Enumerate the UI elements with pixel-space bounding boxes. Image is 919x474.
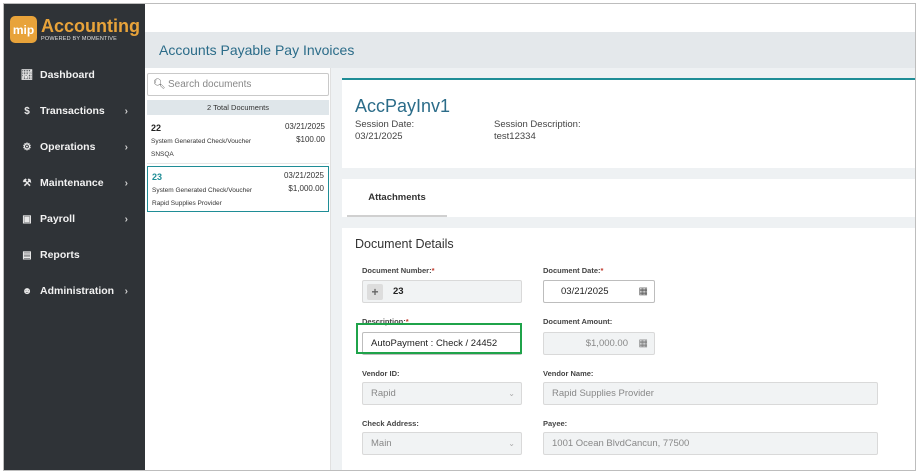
vendor-id-label: Vendor ID:: [362, 369, 400, 378]
document-number-field: + 23: [362, 280, 522, 303]
sidebar-item-operations[interactable]: ⚙ Operations ›: [4, 133, 145, 161]
plus-icon[interactable]: +: [367, 283, 383, 300]
page-title: Accounts Payable Pay Invoices: [159, 42, 355, 58]
document-description: System Generated Check/Voucher: [152, 187, 253, 194]
document-amount-value: $1,000.00: [585, 338, 628, 349]
check-address-value: Main: [371, 438, 392, 449]
session-date-value: 03/21/2025: [355, 131, 403, 142]
vendor-name-field: Rapid Supplies Provider: [543, 382, 878, 405]
document-list-item-selected[interactable]: 23 03/21/2025 System Generated Check/Vou…: [147, 166, 329, 212]
document-date: 03/21/2025: [283, 171, 324, 180]
logo-title: Accounting: [41, 16, 140, 36]
calendar-icon[interactable]: ▦: [639, 286, 648, 297]
sidebar-item-maintenance[interactable]: ⚒ Maintenance ›: [4, 169, 145, 197]
chevron-down-icon: ⌄: [508, 439, 515, 448]
required-marker: *: [600, 266, 604, 275]
document-number-value: 23: [393, 286, 404, 297]
document-number: 22: [151, 123, 162, 133]
users-icon: ☻: [21, 285, 33, 297]
check-address-select: Main ⌄: [362, 432, 522, 455]
chevron-down-icon: ⌄: [508, 389, 515, 398]
document-details-title: Document Details: [355, 237, 454, 251]
chevron-right-icon: ›: [124, 141, 128, 153]
payee-field: 1001 Ocean BlvdCancun, 77500: [543, 432, 878, 455]
session-date-label: Session Date:: [355, 119, 415, 130]
wrench-icon: ⚒: [22, 177, 32, 189]
sidebar-item-dashboard[interactable]: 📈︎ Dashboard: [4, 61, 145, 89]
chevron-right-icon: ›: [124, 285, 128, 297]
document-number: 23: [152, 172, 163, 182]
line-chart-icon: 📈︎: [20, 69, 34, 81]
document-description: System Generated Check/Voucher: [151, 138, 252, 145]
sidebar-item-payroll[interactable]: ▣ Payroll ›: [4, 205, 145, 233]
chevron-right-icon: ›: [124, 213, 128, 225]
document-icon: ▤: [22, 249, 32, 261]
document-date-value: 03/21/2025: [561, 286, 609, 297]
sidebar-item-label: Dashboard: [40, 69, 95, 81]
sidebar-item-reports[interactable]: ▤ Reports: [4, 241, 145, 269]
vendor-name-label: Vendor Name:: [543, 369, 594, 378]
document-date-input[interactable]: 03/21/2025 ▦: [543, 280, 655, 303]
sidebar-item-administration[interactable]: ☻ Administration ›: [4, 277, 145, 305]
document-list-panel: 🔍︎ 2 Total Documents 22 03/21/2025 Syste…: [145, 68, 331, 470]
search-box: 🔍︎: [147, 73, 329, 96]
session-description-value: test12334: [494, 131, 536, 142]
app-window: mip Accounting POWERED BY MOMENTIVE 📈︎ D…: [3, 3, 916, 471]
total-documents-label: 2 Total Documents: [147, 100, 329, 115]
logo-subtitle: POWERED BY MOMENTIVE: [41, 36, 118, 42]
app-logo[interactable]: mip Accounting POWERED BY MOMENTIVE: [10, 16, 140, 43]
payee-label: Payee:: [543, 419, 568, 428]
document-amount: $100.00: [296, 135, 325, 144]
session-description-label: Session Description:: [494, 119, 581, 130]
document-number-label: Document Number:*: [362, 266, 435, 275]
logo-badge: mip: [10, 16, 37, 43]
required-marker: *: [431, 266, 435, 275]
document-amount-field: $1,000.00 ▦: [543, 332, 655, 355]
sidebar-item-label: Payroll: [40, 213, 76, 225]
description-highlight-box: [356, 323, 522, 354]
search-input[interactable]: [168, 79, 328, 90]
chevron-right-icon: ›: [124, 105, 128, 117]
vendor-id-select: Rapid ⌄: [362, 382, 522, 405]
id-card-icon: ▣: [22, 213, 32, 225]
sidebar-item-label: Operations: [40, 141, 96, 153]
document-list-item[interactable]: 22 03/21/2025 System Generated Check/Vou…: [147, 118, 329, 164]
sidebar: mip Accounting POWERED BY MOMENTIVE 📈︎ D…: [4, 4, 145, 470]
sidebar-item-transactions[interactable]: $ Transactions ›: [4, 97, 145, 125]
dollar-icon: $: [24, 105, 30, 117]
sidebar-item-label: Transactions: [40, 105, 105, 117]
search-icon: 🔍︎: [153, 79, 166, 90]
document-vendor: Rapid Supplies Provider: [152, 200, 222, 207]
check-address-label: Check Address:: [362, 419, 419, 428]
tabs-bar: Attachments: [342, 179, 915, 217]
document-vendor: SNSQA: [151, 151, 174, 158]
top-bar: [145, 4, 915, 32]
sidebar-item-label: Administration: [40, 285, 115, 297]
gears-icon: ⚙: [22, 141, 32, 153]
sidebar-item-label: Reports: [40, 249, 80, 261]
document-date-label: Document Date:*: [543, 266, 604, 275]
chevron-right-icon: ›: [124, 177, 128, 189]
calculator-icon: ▦: [638, 338, 648, 349]
page-header: Accounts Payable Pay Invoices: [145, 32, 915, 68]
session-name: AccPayInv1: [355, 96, 451, 116]
document-date: 03/21/2025: [284, 122, 325, 131]
document-amount: $1,000.00: [288, 184, 324, 193]
vendor-id-value: Rapid: [371, 388, 396, 399]
vendor-name-value: Rapid Supplies Provider: [552, 388, 654, 399]
document-amount-label: Document Amount:: [543, 317, 613, 326]
session-header-card: AccPayInv1 Session Date: 03/21/2025 Sess…: [342, 78, 915, 168]
payee-value: 1001 Ocean BlvdCancun, 77500: [552, 438, 690, 449]
tab-attachments[interactable]: Attachments: [347, 179, 447, 217]
sidebar-item-label: Maintenance: [40, 177, 104, 189]
